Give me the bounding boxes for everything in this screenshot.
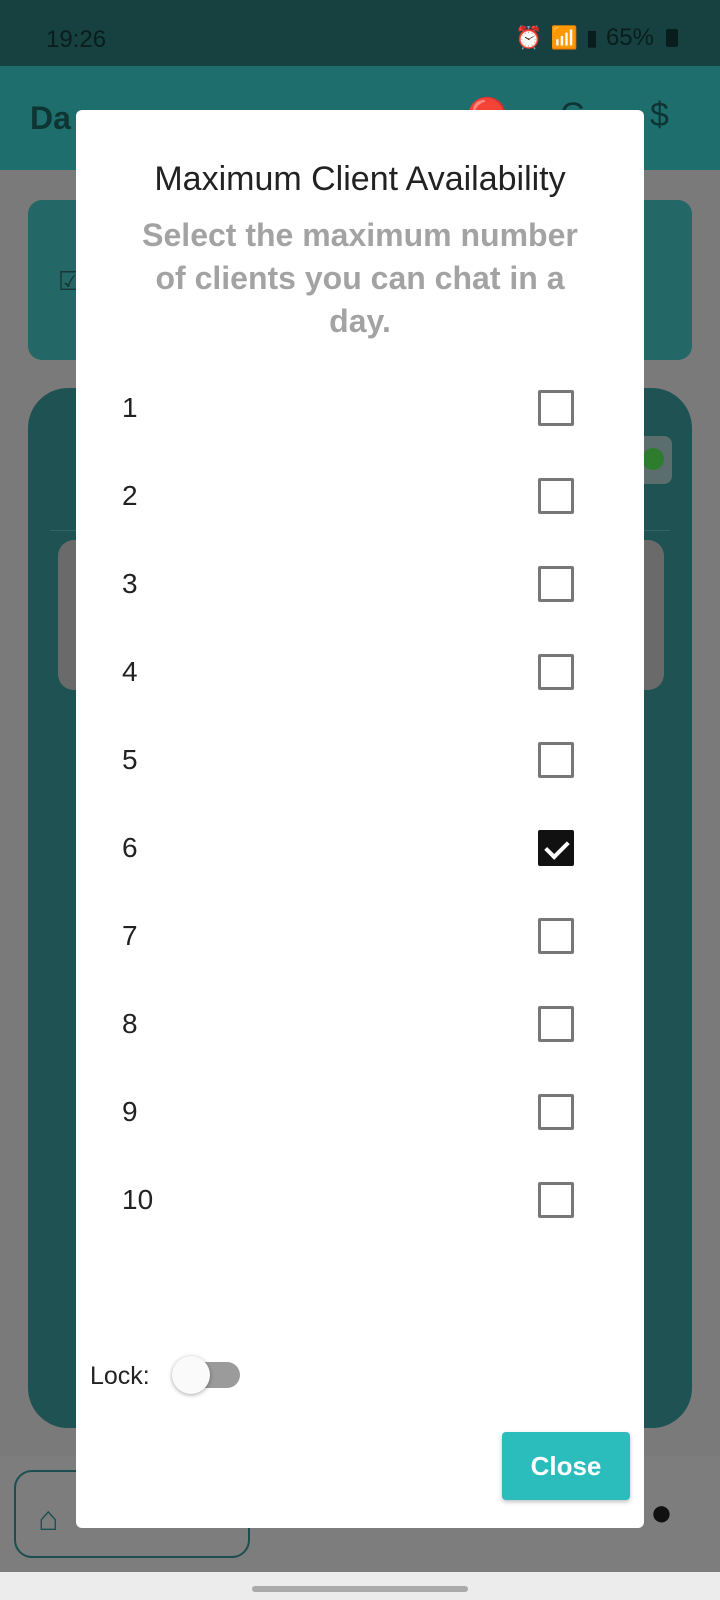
option-checkbox[interactable] [538, 1006, 574, 1042]
option-label: 8 [122, 1008, 138, 1039]
signal-icon: ▮ [585, 25, 598, 50]
lock-label: Lock: [90, 1362, 150, 1390]
option-row[interactable]: 8 [76, 994, 644, 1054]
option-checkbox[interactable] [538, 478, 574, 514]
option-label: 4 [122, 656, 138, 687]
option-label: 7 [122, 920, 138, 951]
option-row[interactable]: 10 [76, 1170, 644, 1230]
dialog-title: Maximum Client Availability [154, 160, 566, 198]
option-row[interactable]: 5 [76, 730, 644, 790]
option-checkbox[interactable] [538, 1182, 574, 1218]
battery-level: 65% [605, 24, 654, 51]
option-checkbox[interactable] [538, 566, 574, 602]
status-time: 19:26 [46, 26, 107, 53]
option-row[interactable]: 1 [76, 378, 644, 438]
option-row[interactable]: 2 [76, 466, 644, 526]
battery-icon [666, 29, 678, 47]
option-row[interactable]: 9 [76, 1082, 644, 1142]
option-label: 10 [122, 1184, 154, 1215]
wifi-icon: 📶 [550, 25, 578, 50]
option-row[interactable]: 6 [76, 818, 644, 878]
status-icons: ⏰ 📶 ▮ 65% [515, 24, 678, 52]
gesture-handle[interactable] [252, 1586, 468, 1592]
option-row[interactable]: 7 [76, 906, 644, 966]
option-row[interactable]: 3 [76, 554, 644, 614]
option-checkbox[interactable] [538, 390, 574, 426]
option-checkbox[interactable] [538, 742, 574, 778]
option-row[interactable]: 4 [76, 642, 644, 702]
option-label: 2 [122, 480, 138, 511]
option-label: 3 [122, 568, 138, 599]
close-button[interactable]: Close [502, 1432, 630, 1500]
option-checkbox[interactable] [538, 830, 574, 866]
home-icon[interactable]: ⌂ [38, 1500, 59, 1539]
option-checkbox[interactable] [538, 918, 574, 954]
status-bar: 19:26 ⏰ 📶 ▮ 65% [0, 0, 720, 66]
app-bar-title: Da [30, 100, 71, 136]
option-label: 6 [122, 832, 138, 863]
person-icon[interactable]: ● [650, 1492, 673, 1535]
option-label: 9 [122, 1096, 138, 1127]
lock-toggle-thumb[interactable] [172, 1356, 210, 1394]
alarm-icon: ⏰ [515, 25, 543, 50]
option-label: 1 [122, 392, 138, 423]
dialog-subtitle: Select the maximum number of clients you… [142, 217, 578, 339]
option-checkbox[interactable] [538, 1094, 574, 1130]
dollar-icon[interactable]: $ [650, 96, 669, 135]
option-checkbox[interactable] [538, 654, 574, 690]
availability-dialog: Maximum Client Availability Select the m… [76, 110, 644, 1528]
status-dot [642, 448, 664, 470]
option-label: 5 [122, 744, 138, 775]
